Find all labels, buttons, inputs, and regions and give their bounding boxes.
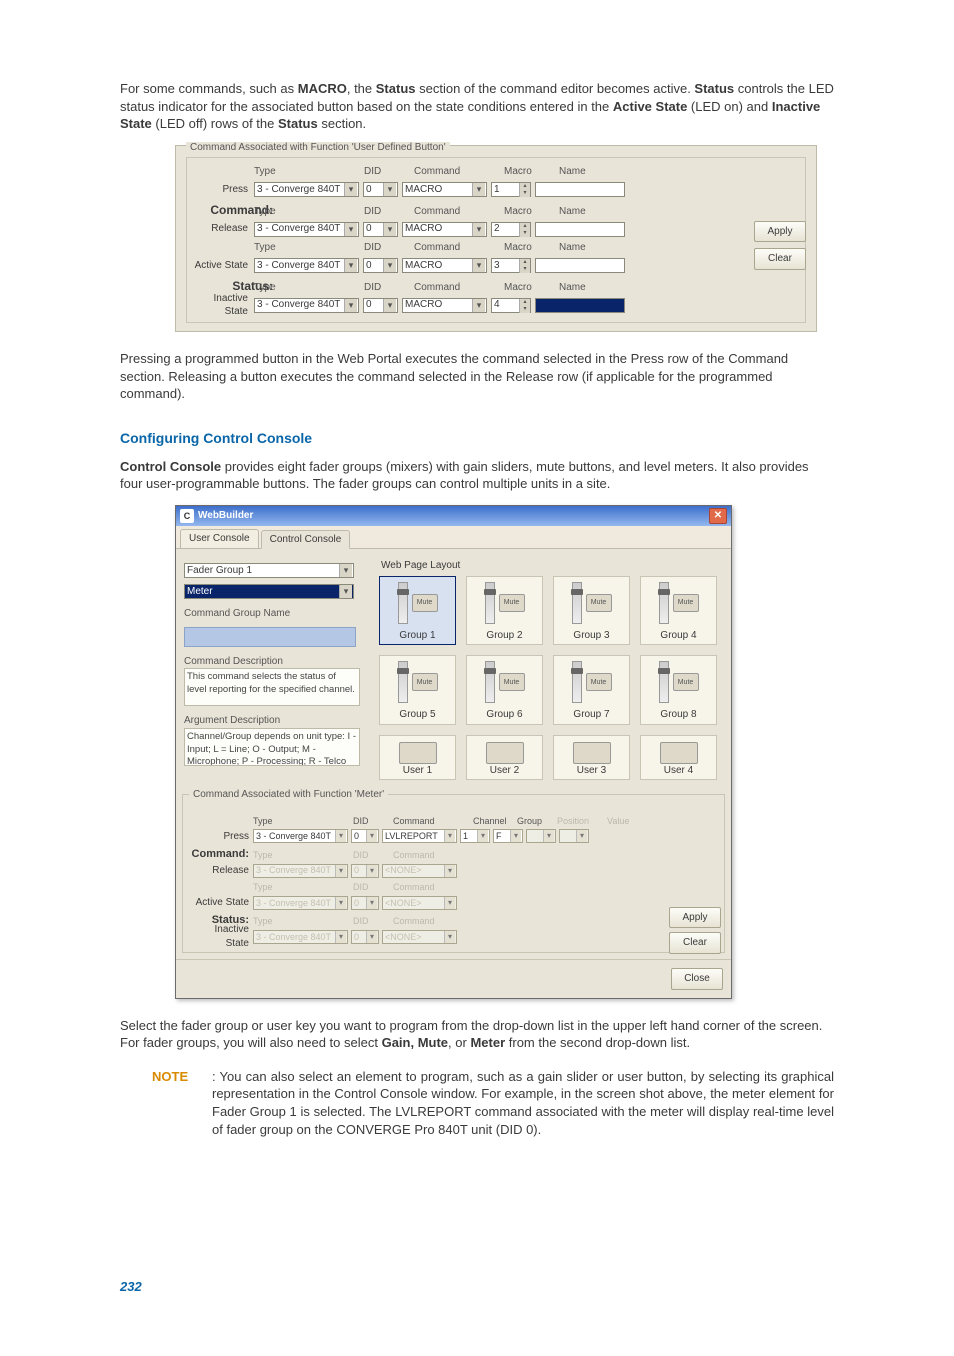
tab-user-console[interactable]: User Console [180,529,259,549]
macro-spinner[interactable]: 3 [491,258,531,273]
channel-dropdown[interactable]: 1 [460,829,490,843]
paragraph-1: For some commands, such as MACRO, the St… [120,80,834,133]
type-dropdown: 3 - Converge 840T [253,930,348,944]
user-thumb-1[interactable]: User 1 [379,735,456,781]
macro-spinner[interactable]: 2 [491,222,531,237]
paragraph-4: Select the fader group or user key you w… [120,1017,834,1052]
group-thumb-7[interactable]: MuteGroup 7 [553,655,630,725]
command-dropdown[interactable]: LVLREPORT [382,829,457,843]
position-dropdown [526,829,556,843]
type-dropdown[interactable]: 3 - Converge 840T [253,829,348,843]
page-number: 232 [120,1278,834,1296]
fader-group-dropdown[interactable]: Fader Group 1 [184,563,354,578]
did-dropdown[interactable]: 0 [351,829,379,843]
command-dropdown: <NONE> [382,864,457,878]
group-thumb-3[interactable]: MuteGroup 3 [553,576,630,646]
name-field[interactable] [535,182,625,197]
argument-description-label: Argument Description [184,714,379,728]
type-dropdown[interactable]: 3 - Converge 840T [254,258,359,273]
command-fieldset: Command Associated with Function 'Meter'… [182,794,725,953]
user-thumb-2[interactable]: User 2 [466,735,543,781]
active-state-label: Active State [193,259,254,273]
note-block: NOTE : You can also select an element to… [152,1068,834,1138]
did-dropdown[interactable]: 0 [363,298,398,313]
did-dropdown: 0 [351,864,379,878]
fieldset-legend: Command Associated with Function 'User D… [186,142,450,153]
note-body: : You can also select an element to prog… [212,1068,834,1138]
fieldset-legend: Command Associated with Function 'Meter' [189,789,388,800]
section-heading: Configuring Control Console [120,429,834,448]
type-dropdown[interactable]: 3 - Converge 840T [254,222,359,237]
value-dropdown [559,829,589,843]
name-field[interactable] [535,222,625,237]
macro-spinner[interactable]: 1 [491,182,531,197]
clear-button[interactable]: Clear [669,932,721,954]
close-button[interactable]: Close [671,968,723,990]
macro-spinner[interactable]: 4 [491,298,531,313]
app-icon: C [180,509,194,523]
command-dropdown[interactable]: MACRO [402,222,487,237]
column-headers: TypeDIDCommandMacroName [254,165,799,179]
did-dropdown: 0 [351,930,379,944]
name-field[interactable] [535,258,625,273]
command-dropdown[interactable]: MACRO [402,298,487,313]
command-editor-figure: Command Associated with Function 'User D… [175,145,817,333]
command-group-name-label: Command Group Name [184,607,379,621]
command-section-label: Command: [189,847,253,862]
user-thumb-3[interactable]: User 3 [553,735,630,781]
layout-grid: MuteGroup 1 MuteGroup 2 MuteGroup 3 Mute… [379,576,723,781]
user-thumb-4[interactable]: User 4 [640,735,717,781]
title-bar[interactable]: C WebBuilder ✕ [176,506,731,526]
webbuilder-window: C WebBuilder ✕ User Console Control Cons… [175,505,732,999]
apply-button[interactable]: Apply [669,907,721,929]
group-thumb-6[interactable]: MuteGroup 6 [466,655,543,725]
tab-control-console[interactable]: Control Console [261,530,351,550]
group-thumb-2[interactable]: MuteGroup 2 [466,576,543,646]
did-dropdown[interactable]: 0 [363,222,398,237]
group-dropdown[interactable]: F [493,829,523,843]
group-thumb-5[interactable]: MuteGroup 5 [379,655,456,725]
close-icon[interactable]: ✕ [709,508,727,524]
command-dropdown[interactable]: MACRO [402,182,487,197]
command-group-name-input[interactable] [184,627,356,647]
window-title: WebBuilder [198,509,253,523]
active-state-label: Active State [189,896,253,910]
type-dropdown[interactable]: 3 - Converge 840T [254,182,359,197]
type-dropdown[interactable]: 3 - Converge 840T [254,298,359,313]
note-label: NOTE [152,1068,212,1138]
paragraph-3: Control Console provides eight fader gro… [120,458,834,493]
press-label: Press [193,183,254,197]
press-label: Press [189,830,253,844]
command-dropdown[interactable]: MACRO [402,258,487,273]
type-dropdown: 3 - Converge 840T [253,896,348,910]
meter-dropdown[interactable]: Meter [184,584,354,599]
release-label: Release [193,222,254,236]
type-dropdown: 3 - Converge 840T [253,864,348,878]
command-dropdown: <NONE> [382,896,457,910]
group-thumb-1[interactable]: MuteGroup 1 [379,576,456,646]
command-dropdown: <NONE> [382,930,457,944]
command-description-label: Command Description [184,655,379,669]
inactive-state-label: Inactive State [189,923,253,950]
apply-button[interactable]: Apply [754,221,806,243]
release-label: Release [189,864,253,878]
web-page-layout-label: Web Page Layout [381,559,723,573]
name-field[interactable] [535,298,625,313]
argument-description-text: Channel/Group depends on unit type: I - … [184,728,360,766]
group-thumb-8[interactable]: MuteGroup 8 [640,655,717,725]
group-thumb-4[interactable]: MuteGroup 4 [640,576,717,646]
did-dropdown[interactable]: 0 [363,258,398,273]
paragraph-2: Pressing a programmed button in the Web … [120,350,834,403]
inactive-state-label: Inactive State [193,292,254,319]
clear-button[interactable]: Clear [754,248,806,270]
did-dropdown[interactable]: 0 [363,182,398,197]
command-description-text: This command selects the status of level… [184,668,360,706]
did-dropdown: 0 [351,896,379,910]
